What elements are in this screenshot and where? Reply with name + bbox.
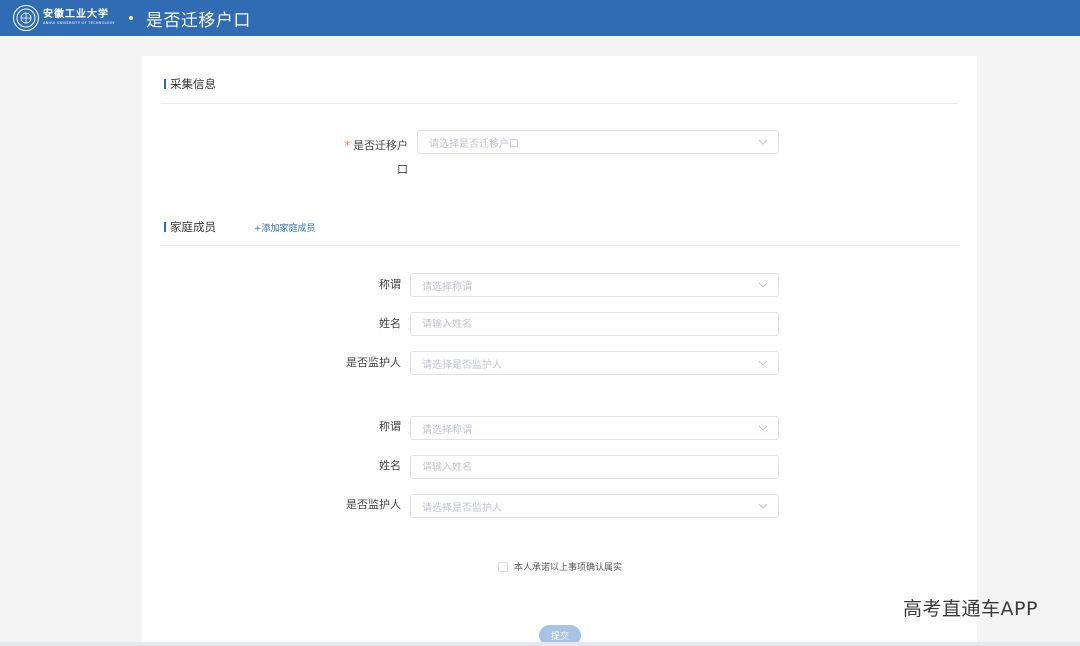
migrate-field-label: * 是否迁移户口 <box>340 134 409 182</box>
chevron-down-icon <box>758 139 768 145</box>
name-text-input[interactable] <box>422 318 778 330</box>
name-label: 姓名 <box>379 317 401 330</box>
relation-label: 称谓 <box>379 278 401 291</box>
collect-info-section-title: 采集信息 <box>164 76 216 92</box>
top-header-bar: 安徽工业大学 ANHUI UNIVERSITY OF TECHNOLOGY 是否… <box>0 0 1080 36</box>
page-title: 是否迁移户口 <box>145 10 251 31</box>
agreement-text: 本人承诺以上事项确认属实 <box>514 563 623 573</box>
migrate-select-placeholder: 请选择是否迁移户口 <box>429 138 519 150</box>
guardian-label: 是否监护人 <box>346 356 401 369</box>
chevron-down-icon <box>758 360 768 366</box>
guardian-select-placeholder: 请选择是否监护人 <box>422 359 502 371</box>
section-accent-bar <box>164 79 166 89</box>
required-asterisk: * <box>344 139 351 152</box>
relation-select-placeholder: 请选择称谓 <box>422 281 472 293</box>
guardian-select[interactable]: 请选择是否监护人 <box>410 351 779 375</box>
relation-select-placeholder: 请选择称谓 <box>422 424 472 436</box>
guardian-select-placeholder: 请选择是否监护人 <box>422 502 502 514</box>
relation-select[interactable]: 请选择称谓 <box>410 273 779 297</box>
chevron-down-icon <box>758 282 768 288</box>
collect-info-section-label: 采集信息 <box>170 77 216 91</box>
name-label: 姓名 <box>379 459 401 472</box>
name-input[interactable] <box>410 312 779 336</box>
migrate-label-text: 是否迁移户口 <box>353 139 408 176</box>
family-section-label: 家庭成员 <box>170 220 216 234</box>
section-divider <box>161 245 960 246</box>
guardian-label: 是否监护人 <box>346 498 401 511</box>
chevron-down-icon <box>758 425 768 431</box>
agreement-checkbox[interactable] <box>498 561 508 572</box>
section-accent-bar <box>164 222 166 232</box>
logo-chinese-name: 安徽工业大学 <box>43 9 109 21</box>
logo-english-name: ANHUI UNIVERSITY OF TECHNOLOGY <box>43 21 115 26</box>
agreement-row[interactable]: 本人承诺以上事项确认属实 <box>498 560 622 573</box>
guardian-select[interactable]: 请选择是否监护人 <box>410 494 779 518</box>
watermark-text: 高考直通车APP <box>903 598 1038 620</box>
add-family-member-link[interactable]: +添加家庭成员 <box>254 221 316 234</box>
header-separator-dot <box>128 16 133 20</box>
relation-label: 称谓 <box>379 420 401 433</box>
bottom-edge <box>0 642 1080 646</box>
family-section-title: 家庭成员 <box>164 219 216 235</box>
university-seal-icon <box>13 5 39 31</box>
name-input[interactable] <box>410 455 779 479</box>
section-divider <box>161 103 958 104</box>
chevron-down-icon <box>758 503 768 509</box>
university-logo: 安徽工业大学 ANHUI UNIVERSITY OF TECHNOLOGY <box>13 5 115 31</box>
name-text-input[interactable] <box>422 461 778 473</box>
relation-select[interactable]: 请选择称谓 <box>410 416 779 440</box>
migrate-select[interactable]: 请选择是否迁移户口 <box>417 130 779 154</box>
